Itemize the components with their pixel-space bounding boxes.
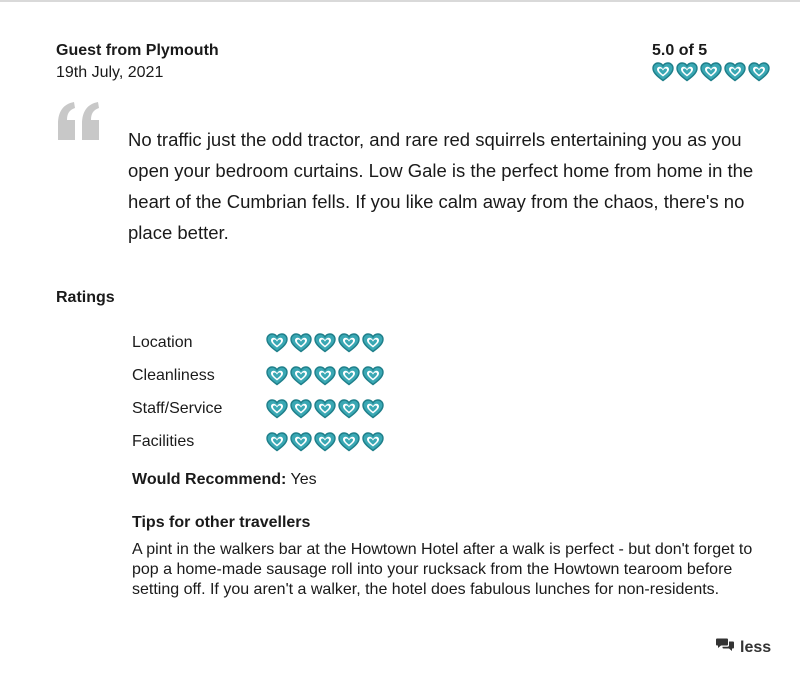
heart-icon: [314, 365, 336, 386]
heart-icon: [266, 398, 288, 419]
heart-icon: [362, 365, 384, 386]
heart-icon: [290, 398, 312, 419]
rating-label: Cleanliness: [132, 366, 215, 384]
heart-icon: [338, 365, 360, 386]
rating-hearts: [266, 332, 384, 353]
rating-row-cleanliness: Cleanliness: [132, 359, 384, 392]
ratings-table: Location Cleanliness Staff/Service Facil…: [132, 326, 384, 458]
heart-icon: [314, 431, 336, 452]
rating-row-location: Location: [132, 326, 384, 359]
overall-rating-hearts: [652, 62, 770, 82]
top-divider: [0, 0, 800, 2]
speech-bubbles-icon: [716, 637, 734, 658]
less-label: less: [740, 638, 772, 656]
heart-icon: [676, 62, 698, 82]
heart-icon: [266, 332, 288, 353]
heart-icon: [338, 332, 360, 353]
rating-hearts: [266, 431, 384, 452]
heart-icon: [652, 62, 674, 82]
heart-icon: [266, 365, 288, 386]
rating-label: Facilities: [132, 432, 195, 450]
heart-icon: [338, 431, 360, 452]
rating-row-facilities: Facilities: [132, 425, 384, 458]
tips-text: A pint in the walkers bar at the Howtown…: [132, 541, 753, 598]
heart-icon: [314, 398, 336, 419]
rating-hearts: [266, 398, 384, 419]
quote-icon: [56, 100, 102, 147]
heart-icon: [314, 332, 336, 353]
heart-icon: [700, 62, 722, 82]
reviewer-name: Guest from Plymouth: [56, 42, 219, 59]
overall-score: 5.0 of 5: [652, 42, 708, 59]
heart-icon: [362, 431, 384, 452]
heart-icon: [338, 398, 360, 419]
tips-heading: Tips for other travellers: [132, 514, 311, 531]
heart-icon: [362, 332, 384, 353]
heart-icon: [748, 62, 770, 82]
rating-hearts: [266, 365, 384, 386]
review-text: No traffic just the odd tractor, and rar…: [128, 129, 754, 243]
heart-icon: [266, 431, 288, 452]
heart-icon: [362, 398, 384, 419]
heart-icon: [724, 62, 746, 82]
would-recommend-label: Would Recommend:: [132, 471, 287, 488]
would-recommend: Would Recommend: Yes: [132, 471, 317, 489]
rating-label: Location: [132, 333, 193, 351]
rating-row-staff-service: Staff/Service: [132, 392, 384, 425]
would-recommend-value: Yes: [290, 471, 317, 488]
less-toggle-link[interactable]: less: [716, 637, 771, 658]
heart-icon: [290, 365, 312, 386]
heart-icon: [290, 332, 312, 353]
heart-icon: [290, 431, 312, 452]
rating-label: Staff/Service: [132, 399, 223, 417]
ratings-heading: Ratings: [56, 289, 115, 306]
review-date: 19th July, 2021: [56, 64, 164, 81]
